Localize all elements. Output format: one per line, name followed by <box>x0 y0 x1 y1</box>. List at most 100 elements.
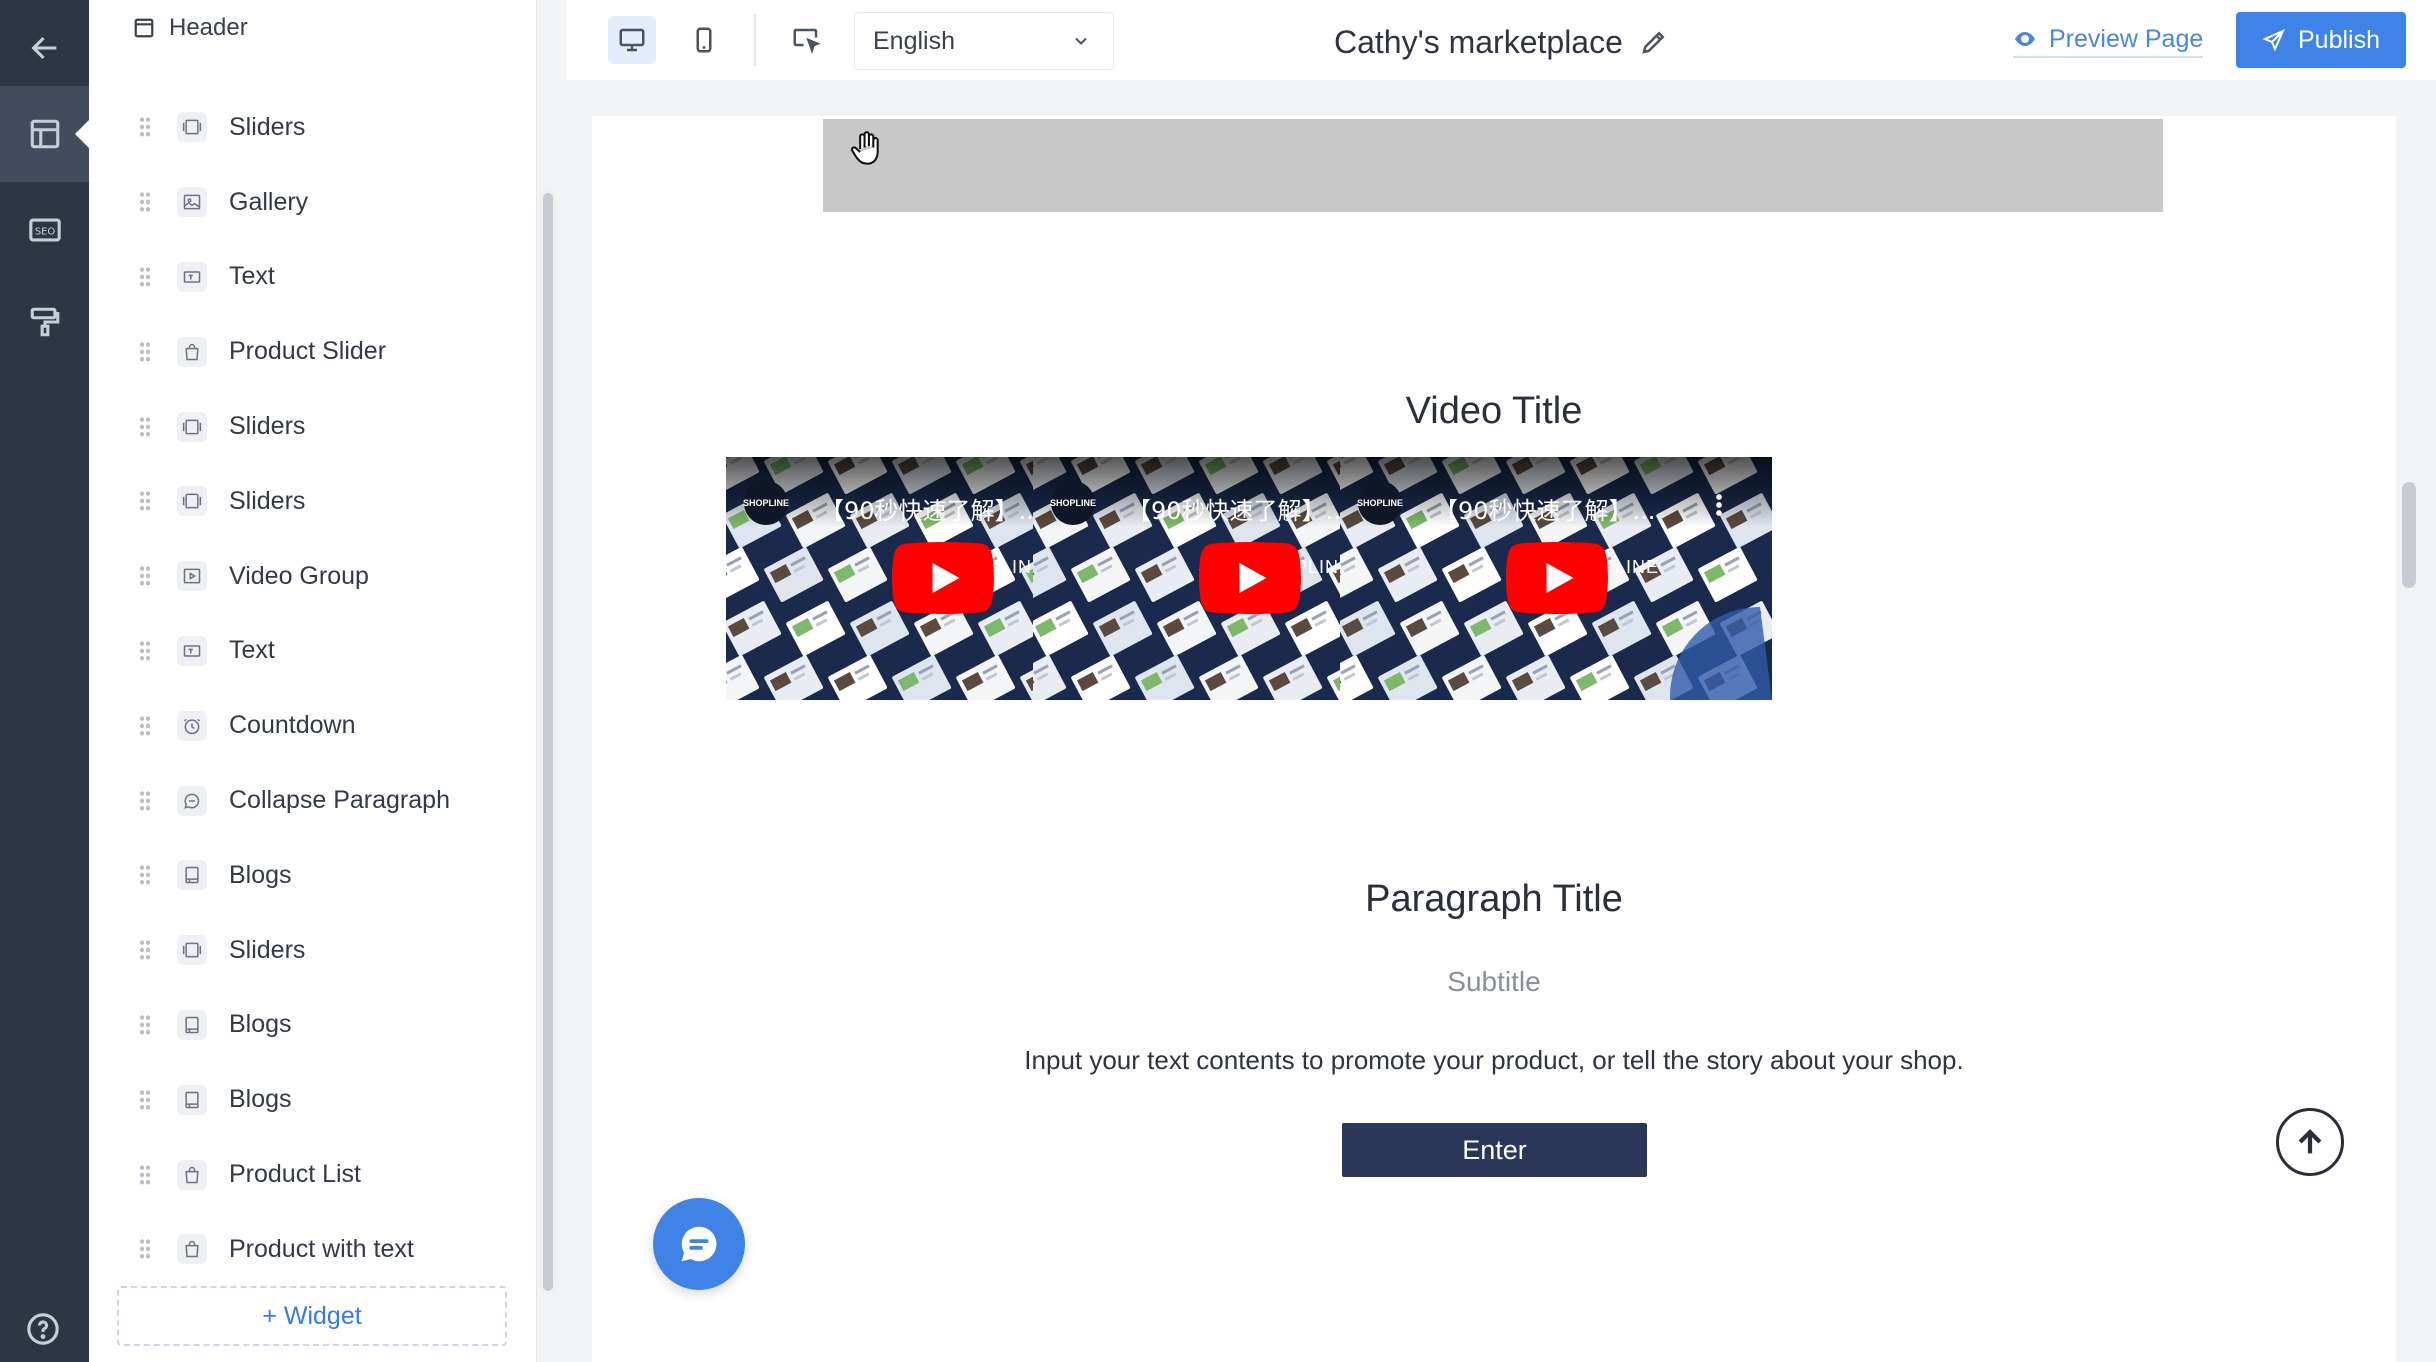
youtube-play-icon[interactable] <box>1199 542 1301 614</box>
question-circle-icon <box>27 1313 59 1345</box>
language-select[interactable]: English <box>854 12 1114 70</box>
drag-handle-icon[interactable] <box>139 639 151 662</box>
widget-item[interactable]: Blogs <box>89 838 529 913</box>
drag-handle-icon[interactable] <box>139 415 151 438</box>
bag-icon <box>177 1159 207 1190</box>
drag-handle-icon[interactable] <box>139 714 151 737</box>
seo-icon: SEO <box>28 218 61 242</box>
preview-page-link[interactable]: Preview Page <box>2013 22 2204 58</box>
channel-logo: SHOPLINE <box>743 481 789 525</box>
drag-handle-icon[interactable] <box>139 191 151 214</box>
widget-item[interactable]: Sliders <box>89 389 529 464</box>
add-widget-button[interactable]: + Widget <box>117 1286 507 1346</box>
drag-handle-icon[interactable] <box>139 265 151 288</box>
book-icon <box>177 860 207 891</box>
widget-item[interactable]: Text <box>89 240 529 315</box>
chevron-down-icon <box>1075 37 1087 45</box>
hand-cursor-icon <box>850 131 879 165</box>
paint-roller-icon <box>30 307 59 337</box>
widget-item[interactable]: Sliders <box>89 90 529 165</box>
pencil-edit-icon[interactable] <box>1639 27 1669 57</box>
widget-label: Gallery <box>229 187 309 216</box>
widget-list: Sliders Gallery Text Product Slider Sliders S… <box>89 90 529 1287</box>
slider-icon <box>177 486 207 517</box>
chat-icon <box>681 1226 717 1262</box>
drag-handle-icon[interactable] <box>139 1088 151 1111</box>
widget-item[interactable]: Blogs <box>89 988 529 1063</box>
mobile-icon <box>696 27 712 53</box>
channel-logo: SHOPLINE <box>1357 481 1403 525</box>
page-preview: Video Title SHOPLINE 【90秒快速了解】... PLINE SHO… <box>592 116 2396 1362</box>
widget-item[interactable]: Blogs <box>89 1062 529 1137</box>
youtube-play-icon[interactable] <box>892 542 994 614</box>
widget-label: Text <box>229 262 275 291</box>
widget-item[interactable]: Text <box>89 614 529 689</box>
enter-button[interactable]: Enter <box>1342 1123 1647 1177</box>
cursor-select-icon <box>793 28 821 54</box>
header-section[interactable]: Header <box>133 10 248 46</box>
youtube-play-icon[interactable] <box>1506 542 1608 614</box>
panel-scrollbar-thumb[interactable] <box>543 193 553 1291</box>
help-button[interactable] <box>26 1312 60 1346</box>
mobile-view-button[interactable] <box>680 16 728 64</box>
widget-label: Product Slider <box>229 337 387 366</box>
widget-label: Video Group <box>229 561 369 590</box>
select-element-button[interactable] <box>782 16 830 64</box>
rail-layout-button[interactable] <box>0 86 89 182</box>
drag-handle-icon[interactable] <box>139 939 151 962</box>
back-button[interactable] <box>0 0 89 96</box>
drag-handle-icon[interactable] <box>139 1238 151 1261</box>
editor-app: SEO Header Sliders Gallery Text Product Sli… <box>0 0 2436 1362</box>
desktop-view-button[interactable] <box>608 16 656 64</box>
widget-label: Collapse Paragraph <box>229 786 450 815</box>
slider-placeholder[interactable] <box>823 119 2163 212</box>
widget-label: Product List <box>229 1160 362 1189</box>
drag-handle-icon[interactable] <box>139 565 151 588</box>
svg-text:SEO: SEO <box>34 226 55 237</box>
drag-handle-icon[interactable] <box>139 864 151 887</box>
paragraph-subtitle: Subtitle <box>1447 966 1541 997</box>
video-title-text: 【90秒快速了解】... <box>1127 497 1349 525</box>
back-arrow-icon <box>30 36 56 60</box>
widget-item[interactable]: Sliders <box>89 913 529 988</box>
book-icon <box>177 1084 207 1115</box>
widget-item[interactable]: Countdown <box>89 688 529 763</box>
widget-label: Sliders <box>229 486 306 515</box>
header-icon <box>134 18 154 38</box>
widget-item[interactable]: Product Slider <box>89 314 529 389</box>
publish-label: Publish <box>2298 25 2380 54</box>
bag-icon <box>177 336 207 367</box>
left-rail: SEO <box>0 0 89 1362</box>
paragraph-title: Paragraph Title <box>1365 878 1623 920</box>
widget-item[interactable]: Sliders <box>89 464 529 539</box>
widget-label: Product with text <box>229 1234 414 1263</box>
rail-theme-button[interactable] <box>0 274 89 370</box>
slider-icon <box>177 935 207 966</box>
widget-item[interactable]: Gallery <box>89 165 529 240</box>
site-title: Cathy's marketplace <box>1334 20 1669 64</box>
drag-handle-icon[interactable] <box>139 490 151 513</box>
drag-handle-icon[interactable] <box>139 340 151 363</box>
rail-seo-button[interactable]: SEO <box>0 182 89 278</box>
drag-handle-icon[interactable] <box>139 1013 151 1036</box>
scroll-to-top-button[interactable] <box>2276 1108 2344 1176</box>
widget-item[interactable]: Collapse Paragraph <box>89 763 529 838</box>
widget-label: Sliders <box>229 412 306 441</box>
drag-handle-icon[interactable] <box>139 116 151 139</box>
image-icon <box>177 187 207 218</box>
widget-item[interactable]: Product List <box>89 1137 529 1212</box>
widget-item[interactable]: Product with text <box>89 1212 529 1287</box>
widget-item[interactable]: Video Group <box>89 539 529 614</box>
text-icon <box>177 261 207 292</box>
video-thumbnail[interactable]: SHOPLINE 【90秒快速了解】... PLINE <box>1340 457 1772 700</box>
more-vertical-icon[interactable] <box>1716 493 1722 517</box>
desktop-icon <box>619 28 645 52</box>
chat-button[interactable] <box>653 1198 745 1290</box>
header-label: Header <box>169 14 248 41</box>
language-value: English <box>873 26 955 55</box>
book-icon <box>177 1009 207 1040</box>
publish-button[interactable]: Publish <box>2236 12 2406 68</box>
drag-handle-icon[interactable] <box>139 1163 151 1186</box>
canvas-scrollbar-thumb[interactable] <box>2402 482 2416 588</box>
drag-handle-icon[interactable] <box>139 789 151 812</box>
